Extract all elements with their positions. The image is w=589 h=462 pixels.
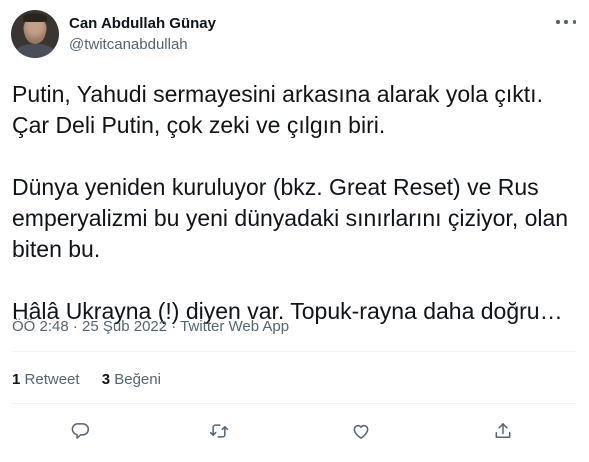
more-dot xyxy=(556,20,560,24)
divider xyxy=(12,403,577,404)
avatar-shirt xyxy=(15,44,55,58)
avatar-hair xyxy=(23,13,47,22)
like-count: 3 xyxy=(101,371,111,388)
user-display-name[interactable]: Can Abdullah Günay xyxy=(69,15,216,32)
more-horizontal-icon[interactable] xyxy=(556,18,576,26)
share-icon xyxy=(495,423,511,438)
user-handle[interactable]: @twitcanabdullah xyxy=(69,36,188,53)
retweet-stat-label: Retweet xyxy=(24,371,80,388)
retweet-icon xyxy=(209,424,229,438)
divider xyxy=(12,351,577,352)
reply-button[interactable] xyxy=(67,418,93,444)
retweet-count: 1 xyxy=(12,371,21,388)
like-button[interactable] xyxy=(348,418,374,444)
tweet-stats: 1 Retweet 3 Beğeni xyxy=(12,371,179,388)
more-dot xyxy=(572,20,576,24)
action-bar xyxy=(0,410,589,452)
tweet-card: Can Abdullah Günay @twitcanabdullah Puti… xyxy=(0,0,589,462)
more-dot xyxy=(564,20,568,24)
retweet-stat[interactable]: 1 Retweet xyxy=(12,371,80,388)
retweet-button[interactable] xyxy=(206,418,232,444)
tweet-text: Putin, Yahudi sermayesini arkasına alara… xyxy=(12,81,569,324)
heart-icon xyxy=(353,424,369,439)
like-stat-label: Beğeni xyxy=(114,371,161,388)
tweet-meta[interactable]: ÖÖ 2:48 · 25 Şub 2022 · Twitter Web App xyxy=(12,318,289,335)
like-stat[interactable]: 3 Beğeni xyxy=(102,371,161,388)
reply-icon xyxy=(71,423,90,439)
share-button[interactable] xyxy=(490,418,516,444)
avatar[interactable] xyxy=(11,10,59,58)
